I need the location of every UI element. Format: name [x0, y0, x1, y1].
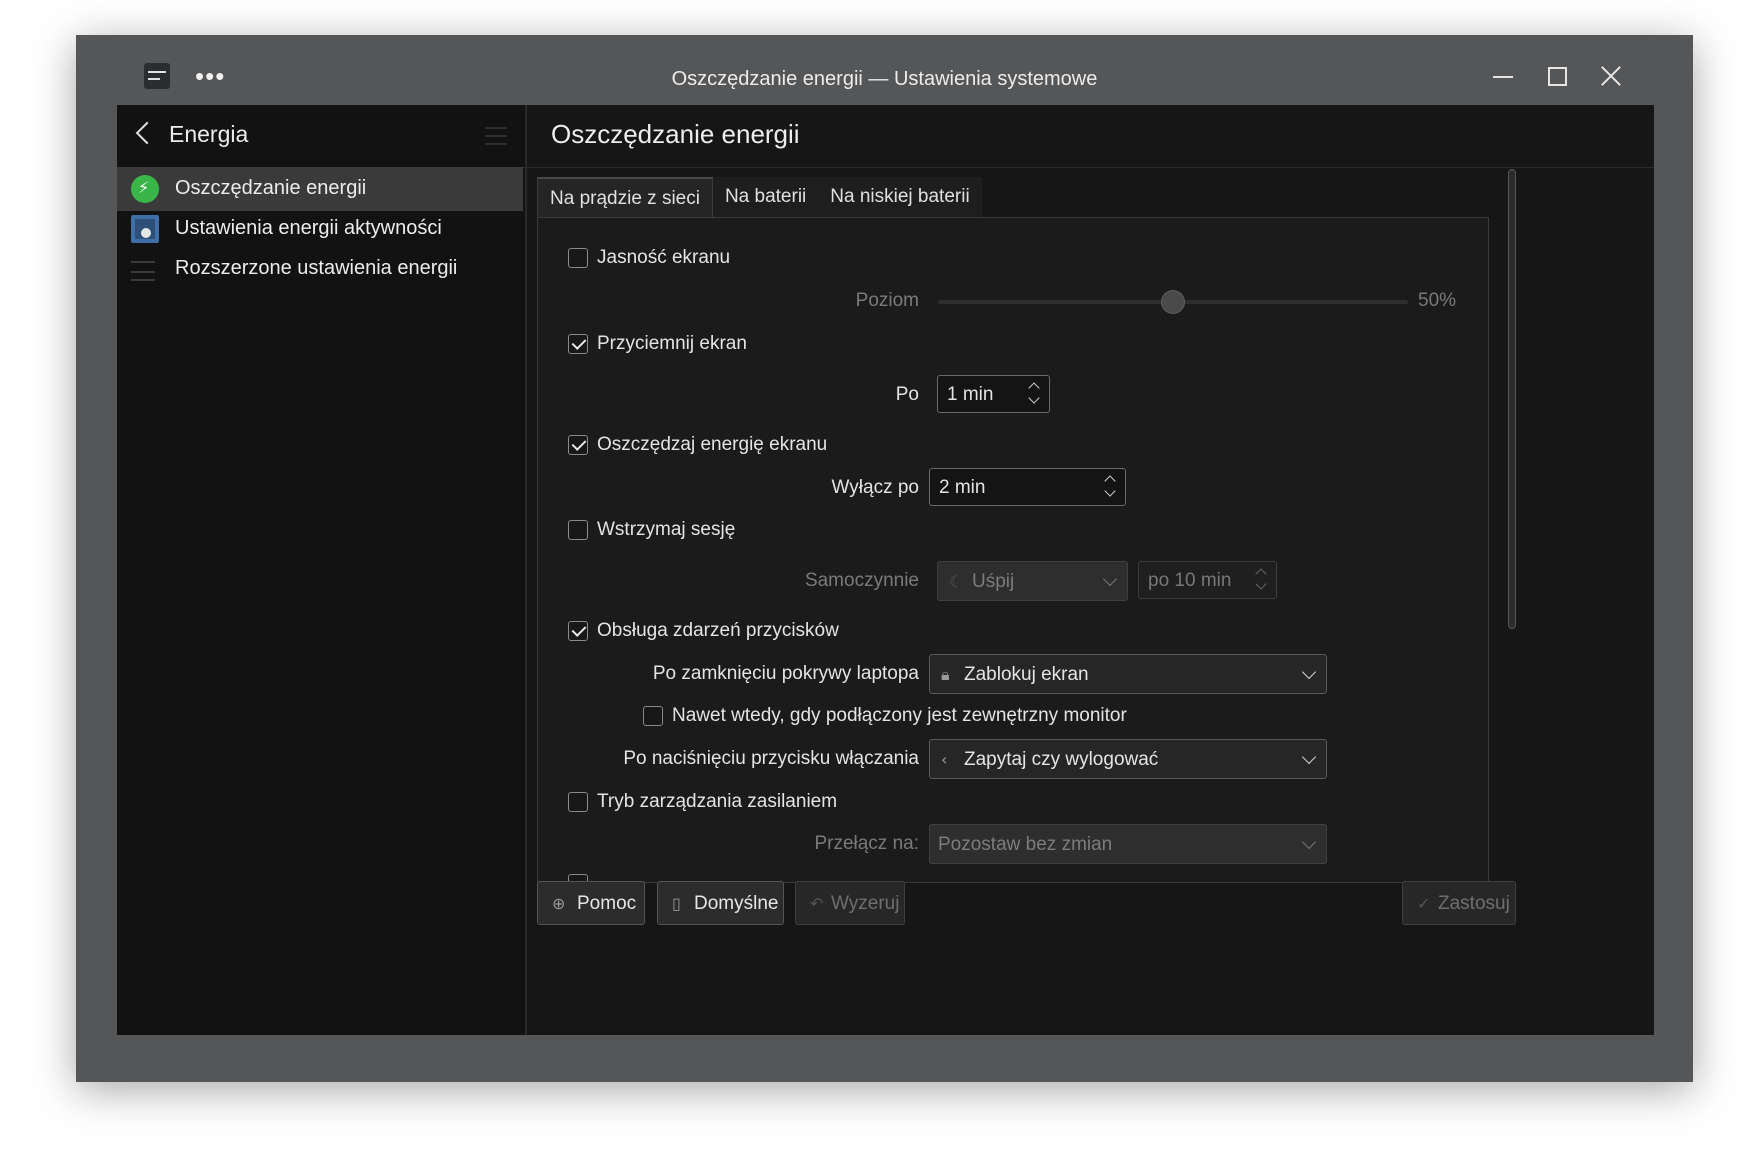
defaults-button[interactable]: ▯ Domyślne: [657, 881, 784, 925]
chevron-down-icon: [1301, 664, 1317, 680]
sidebar-item-power-saving[interactable]: Oszczędzanie energii: [117, 167, 523, 211]
chevron-down-icon: [1301, 834, 1317, 850]
sleep-icon: ☾: [949, 572, 964, 591]
main-area: Oszczędzanie energii Na prądzie z sieci …: [527, 105, 1654, 1035]
dpms-checkbox[interactable]: [568, 435, 588, 455]
dim-after-spinbox[interactable]: 1 min: [937, 375, 1050, 413]
main-header: Oszczędzanie energii: [527, 105, 1654, 168]
suspend-checkbox[interactable]: [568, 520, 588, 540]
spin-arrows-icon[interactable]: [1027, 380, 1041, 408]
sidebar-item-label: Rozszerzone ustawienia energii: [175, 257, 458, 279]
tab-battery[interactable]: Na baterii: [712, 177, 819, 217]
help-button[interactable]: ⊕ Pomoc: [537, 881, 645, 925]
window-title: Oszczędzanie energii — Ustawienia system…: [671, 68, 1098, 90]
sidebar: Energia Oszczędzanie energii Ustawienia …: [117, 105, 527, 1035]
minimize-icon[interactable]: [1490, 63, 1516, 89]
dim-screen-label: Przyciemnij ekran: [597, 333, 747, 354]
brightness-level-label: Poziom: [855, 290, 919, 311]
settings-panel: Jasność ekranu Poziom 50% Przyciemnij ek…: [537, 217, 1489, 883]
brightness-label: Jasność ekranu: [597, 247, 731, 268]
chevron-down-icon: [1102, 571, 1118, 587]
button-events-checkbox[interactable]: [568, 621, 588, 641]
external-monitor-label: Nawet wtedy, gdy podłączony jest zewnętr…: [672, 705, 1127, 726]
help-icon: ⊕: [552, 894, 566, 913]
activity-power-icon: [131, 215, 159, 243]
help-label: Pomoc: [577, 893, 637, 914]
sidebar-item-label: Ustawienia energii aktywności: [175, 217, 442, 239]
sidebar-item-advanced-power[interactable]: Rozszerzone ustawienia energii: [117, 247, 523, 291]
maximize-icon[interactable]: [1544, 63, 1570, 89]
hamburger-menu-icon[interactable]: [485, 127, 507, 145]
suspend-after-value: po 10 min: [1148, 570, 1232, 591]
sidebar-item-label: Oszczędzanie energii: [175, 177, 367, 199]
dpms-off-label: Wyłącz po: [831, 477, 919, 498]
apply-label: Zastosuj: [1438, 893, 1510, 914]
checkmark-icon: ✓: [1417, 894, 1431, 913]
profile-switch-value: Pozostaw bez zmian: [938, 834, 1113, 855]
power-profile-checkbox[interactable]: [568, 792, 588, 812]
suspend-auto-label: Samoczynnie: [804, 570, 919, 591]
spin-arrows-icon[interactable]: [1103, 473, 1117, 501]
document-icon: ▯: [672, 894, 681, 913]
dpms-off-spinbox[interactable]: 2 min: [929, 468, 1126, 506]
dim-after-value: 1 min: [947, 384, 994, 405]
power-button-combo[interactable]: ‹ Zapytaj czy wylogować: [929, 739, 1327, 779]
profile-switch-label: Przełącz na:: [814, 833, 919, 854]
reset-button[interactable]: ↶ Wyzeruj: [795, 881, 905, 925]
power-profile-label: Tryb zarządzania zasilaniem: [597, 791, 838, 812]
brightness-value: 50%: [1418, 290, 1457, 311]
defaults-label: Domyślne: [694, 893, 779, 914]
brightness-checkbox[interactable]: [568, 248, 588, 268]
dim-screen-checkbox[interactable]: [568, 334, 588, 354]
back-arrow-icon[interactable]: [135, 121, 159, 145]
tab-ac-power[interactable]: Na prądzie z sieci: [537, 177, 713, 219]
dpms-label: Oszczędzaj energię ekranu: [597, 434, 828, 455]
power-button-value: Zapytaj czy wylogować: [964, 749, 1159, 770]
lid-action-value: Zablokuj ekran: [964, 664, 1089, 685]
button-events-label: Obsługa zdarzeń przycisków: [597, 620, 839, 641]
lid-action-label: Po zamknięciu pokrywy laptopa: [652, 663, 919, 684]
spin-arrows-icon[interactable]: [1254, 566, 1268, 594]
power-saving-icon: [131, 175, 159, 203]
logout-icon: ‹: [941, 750, 948, 769]
title-bar: ••• Oszczędzanie energii — Ustawienia sy…: [76, 35, 1693, 105]
settings-window: ••• Oszczędzanie energii — Ustawienia sy…: [76, 35, 1693, 1082]
sidebar-header: Energia: [117, 105, 525, 168]
external-monitor-checkbox[interactable]: [643, 706, 663, 726]
advanced-list-icon: [131, 261, 155, 281]
lock-icon: 🔒︎: [941, 665, 950, 684]
scrollbar-thumb[interactable]: [1508, 169, 1516, 629]
vertical-scrollbar[interactable]: [1508, 169, 1516, 629]
window-content: Energia Oszczędzanie energii Ustawienia …: [117, 105, 1654, 1035]
page-title: Oszczędzanie energii: [551, 119, 800, 149]
chevron-down-icon: [1301, 749, 1317, 765]
suspend-after-spinbox[interactable]: po 10 min: [1138, 561, 1277, 599]
sidebar-title: Energia: [169, 121, 249, 147]
sidebar-item-activity-power[interactable]: Ustawienia energii aktywności: [117, 207, 523, 251]
power-button-label: Po naciśnięciu przycisku włączania: [623, 748, 919, 769]
dim-after-label: Po: [895, 384, 919, 405]
brightness-slider-handle[interactable]: [1161, 290, 1185, 314]
suspend-label: Wstrzymaj sesję: [597, 519, 736, 540]
profile-switch-combo[interactable]: Pozostaw bez zmian: [929, 824, 1327, 864]
tab-low-battery[interactable]: Na niskiej baterii: [818, 177, 982, 217]
close-icon[interactable]: [1598, 63, 1624, 89]
reset-label: Wyzeruj: [831, 893, 900, 914]
lid-action-combo[interactable]: 🔒︎ Zablokuj ekran: [929, 654, 1327, 694]
suspend-auto-combo[interactable]: ☾ Uśpij: [937, 561, 1128, 601]
apply-button[interactable]: ✓ Zastosuj: [1402, 881, 1516, 925]
dpms-off-value: 2 min: [939, 477, 986, 498]
suspend-auto-value: Uśpij: [972, 571, 1015, 592]
tab-bar: Na prądzie z sieci Na baterii Na niskiej…: [537, 177, 982, 219]
undo-icon: ↶: [810, 894, 824, 913]
